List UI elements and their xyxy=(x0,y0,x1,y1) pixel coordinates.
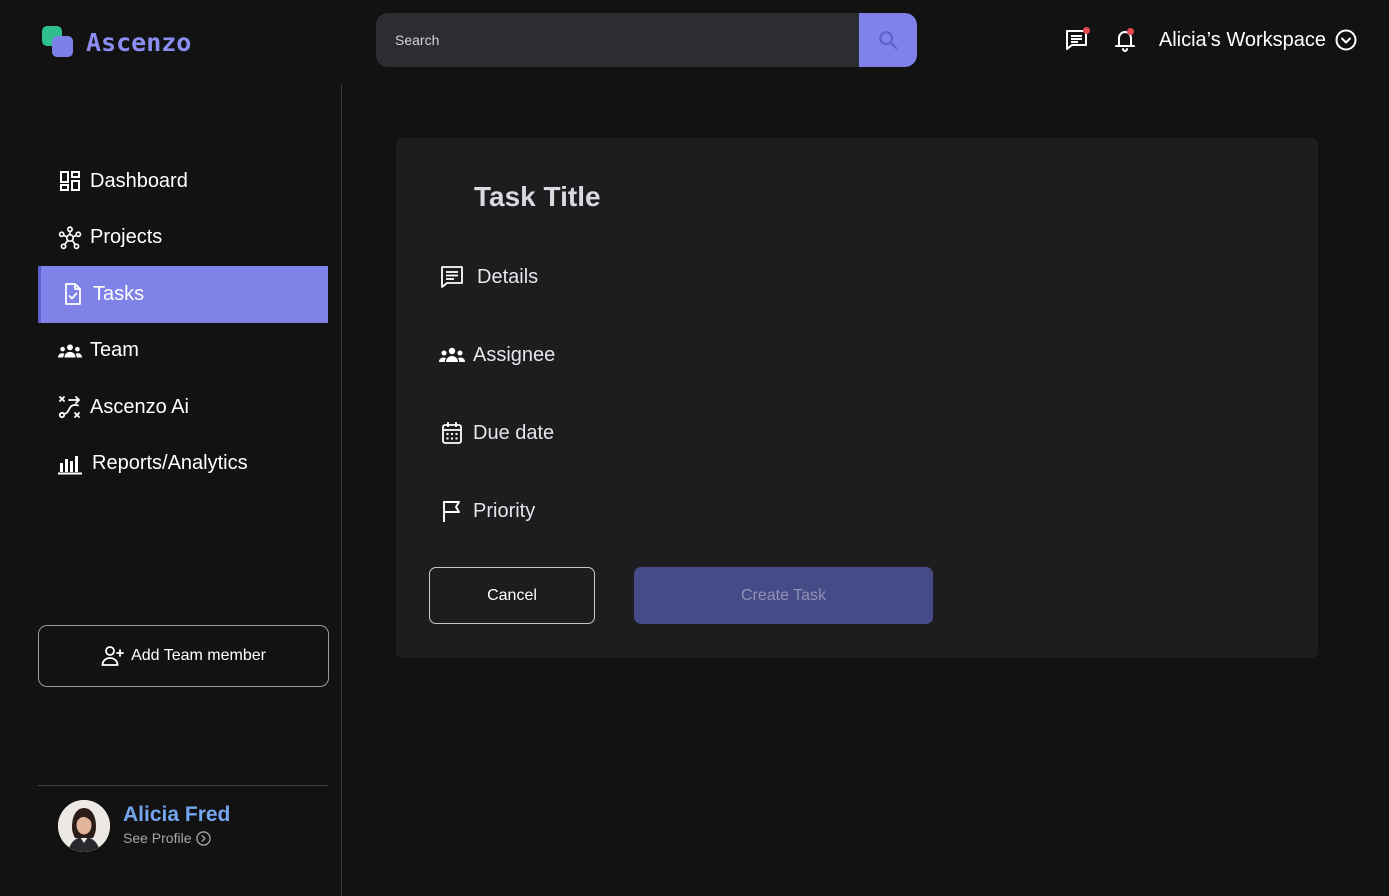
notifications-badge xyxy=(1126,28,1134,35)
assignee-label: Assignee xyxy=(473,343,556,366)
assignee-icon xyxy=(439,342,465,368)
sidebar-item-label: Dashboard xyxy=(90,169,188,192)
search-input[interactable] xyxy=(376,13,859,67)
profile-name[interactable]: Alicia Fred xyxy=(123,803,230,827)
messages-button[interactable] xyxy=(1063,26,1091,54)
assignee-field[interactable]: Assignee xyxy=(439,342,555,368)
app-logo[interactable]: Ascenzo xyxy=(42,26,191,58)
details-field[interactable]: Details xyxy=(439,264,538,290)
search-icon xyxy=(879,31,898,50)
search-bar xyxy=(376,13,917,67)
sidebar-item-team[interactable]: Team xyxy=(38,323,328,380)
sidebar-item-label: Team xyxy=(90,339,139,362)
see-profile-label: See Profile xyxy=(123,830,192,846)
top-right-controls: Alicia’s Workspace xyxy=(1063,24,1357,56)
create-task-button[interactable]: Create Task xyxy=(634,567,933,624)
avatar[interactable] xyxy=(58,800,110,852)
create-task-card: Task Title Details Assignee Due date Pri… xyxy=(396,138,1318,658)
add-team-member-label: Add Team member xyxy=(131,647,266,664)
priority-field[interactable]: Priority xyxy=(439,498,535,524)
sidebar-item-tasks[interactable]: Tasks xyxy=(38,266,328,323)
details-label: Details xyxy=(477,265,539,288)
ai-icon xyxy=(58,395,82,419)
add-user-icon xyxy=(101,645,125,667)
flag-icon xyxy=(439,498,465,524)
cancel-button[interactable]: Cancel xyxy=(429,567,595,624)
sidebar-item-dashboard[interactable]: Dashboard xyxy=(38,153,328,210)
sidebar-item-projects[interactable]: Projects xyxy=(38,210,328,267)
bar-chart-icon xyxy=(58,452,82,476)
sidebar-divider xyxy=(341,84,342,896)
app-name: Ascenzo xyxy=(86,27,192,57)
calendar-icon xyxy=(439,420,465,446)
workspace-label: Alicia’s Workspace xyxy=(1158,28,1326,51)
sidebar-item-ascenzo-ai[interactable]: Ascenzo Ai xyxy=(38,379,328,436)
team-icon xyxy=(58,339,82,363)
sidebar-item-label: Ascenzo Ai xyxy=(90,395,189,418)
sidebar-item-label: Tasks xyxy=(93,282,145,305)
logo-mark-icon xyxy=(42,26,74,58)
see-profile-link[interactable]: See Profile xyxy=(123,830,212,846)
projects-icon xyxy=(58,226,82,250)
dashboard-icon xyxy=(58,169,82,193)
task-title-input[interactable]: Task Title xyxy=(474,181,601,213)
priority-label: Priority xyxy=(473,499,536,522)
chevron-right-circle-icon xyxy=(196,830,212,846)
messages-badge xyxy=(1082,27,1090,34)
sidebar-item-label: Projects xyxy=(90,226,163,249)
due-date-label: Due date xyxy=(473,421,555,444)
due-date-field[interactable]: Due date xyxy=(439,420,554,446)
workspace-switcher[interactable]: Alicia’s Workspace xyxy=(1159,29,1357,52)
chevron-down-icon xyxy=(1335,29,1357,51)
details-icon xyxy=(439,264,465,290)
sidebar-nav: Dashboard Projects Tasks Team Ascenzo Ai… xyxy=(38,153,328,492)
add-team-member-button[interactable]: Add Team member xyxy=(38,625,329,687)
sidebar-item-label: Reports/Analytics xyxy=(92,452,248,475)
search-button[interactable] xyxy=(859,13,917,67)
profile-divider xyxy=(38,785,328,786)
task-check-icon xyxy=(61,282,85,306)
notifications-button[interactable] xyxy=(1111,26,1139,54)
sidebar-item-reports[interactable]: Reports/Analytics xyxy=(38,436,328,493)
